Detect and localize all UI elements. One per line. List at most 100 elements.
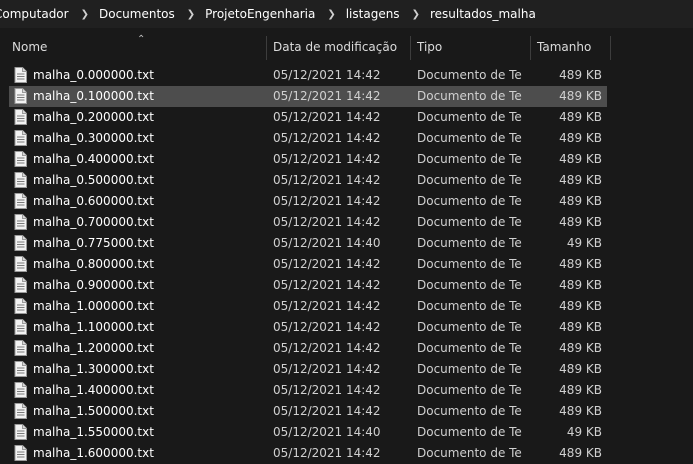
- file-size: 489 KB: [559, 383, 602, 397]
- file-row[interactable]: malha_0.200000.txt 05/12/2021 14:42 Docume…: [9, 107, 607, 128]
- text-file-icon: [14, 214, 27, 230]
- file-modified-date: 05/12/2021 14:42: [273, 362, 381, 376]
- text-file-icon: [14, 172, 27, 188]
- file-type: Documento de Te...: [417, 362, 522, 376]
- file-row[interactable]: malha_1.100000.txt 05/12/2021 14:42 Docume…: [9, 317, 607, 338]
- breadcrumb-item-listagens[interactable]: listagens: [346, 7, 400, 21]
- file-size: 489 KB: [559, 404, 602, 418]
- text-file-icon: [14, 340, 27, 356]
- file-type: Documento de Te...: [417, 341, 522, 355]
- column-header-size[interactable]: Tamanho: [531, 33, 610, 61]
- file-modified-date: 05/12/2021 14:42: [273, 173, 381, 187]
- file-row[interactable]: malha_0.300000.txt 05/12/2021 14:42 Docume…: [9, 128, 607, 149]
- breadcrumb-item-projetoengenharia[interactable]: ProjetoEngenharia: [205, 7, 315, 21]
- text-file-icon: [14, 361, 27, 377]
- file-size: 49 KB: [566, 425, 602, 439]
- file-type: Documento de Te...: [417, 194, 522, 208]
- chevron-right-icon[interactable]: ❯: [187, 9, 195, 20]
- text-file-icon: [14, 403, 27, 419]
- chevron-right-icon[interactable]: ❯: [81, 9, 89, 20]
- file-name: malha_0.100000.txt: [33, 89, 154, 103]
- file-size: 489 KB: [559, 173, 602, 187]
- file-modified-date: 05/12/2021 14:40: [273, 425, 381, 439]
- file-modified-date: 05/12/2021 14:42: [273, 68, 381, 82]
- file-row[interactable]: malha_1.000000.txt 05/12/2021 14:42 Docume…: [9, 296, 607, 317]
- file-name: malha_0.400000.txt: [33, 152, 154, 166]
- file-size: 489 KB: [559, 320, 602, 334]
- file-type: Documento de Te...: [417, 425, 522, 439]
- file-row[interactable]: malha_0.700000.txt 05/12/2021 14:42 Docume…: [9, 212, 607, 233]
- sort-up-chevron-icon: ⌃: [137, 34, 146, 45]
- column-header-name[interactable]: Nome ⌃: [6, 33, 266, 61]
- text-file-icon: [14, 235, 27, 251]
- file-size: 489 KB: [559, 194, 602, 208]
- column-header-bar: Nome ⌃ Data de modificação Tipo Tamanho: [0, 33, 693, 61]
- text-file-icon: [14, 67, 27, 83]
- column-divider[interactable]: [610, 36, 611, 60]
- breadcrumb: Computador ❯ Documentos ❯ ProjetoEngenha…: [0, 0, 693, 28]
- file-name: malha_0.200000.txt: [33, 110, 154, 124]
- file-modified-date: 05/12/2021 14:40: [273, 236, 381, 250]
- file-size: 49 KB: [566, 236, 602, 250]
- file-type: Documento de Te...: [417, 404, 522, 418]
- text-file-icon: [14, 130, 27, 146]
- breadcrumb-item-computador[interactable]: Computador: [0, 7, 69, 21]
- file-row[interactable]: malha_1.550000.txt 05/12/2021 14:40 Docume…: [9, 422, 607, 443]
- file-row[interactable]: malha_1.300000.txt 05/12/2021 14:42 Docume…: [9, 359, 607, 380]
- text-file-icon: [14, 88, 27, 104]
- file-size: 489 KB: [559, 362, 602, 376]
- file-name: malha_1.550000.txt: [33, 425, 154, 439]
- file-type: Documento de Te...: [417, 152, 522, 166]
- chevron-right-icon[interactable]: ❯: [412, 9, 420, 20]
- text-file-icon: [14, 277, 27, 293]
- column-header-date-label: Data de modificação: [273, 40, 398, 54]
- file-name: malha_0.800000.txt: [33, 257, 154, 271]
- file-name: malha_1.100000.txt: [33, 320, 154, 334]
- text-file-icon: [14, 445, 27, 461]
- file-size: 489 KB: [559, 68, 602, 82]
- breadcrumb-item-documentos[interactable]: Documentos: [99, 7, 175, 21]
- file-size: 489 KB: [559, 215, 602, 229]
- file-modified-date: 05/12/2021 14:42: [273, 299, 381, 313]
- text-file-icon: [14, 382, 27, 398]
- text-file-icon: [14, 424, 27, 440]
- chevron-right-icon[interactable]: ❯: [327, 9, 335, 20]
- text-file-icon: [14, 298, 27, 314]
- file-name: malha_1.200000.txt: [33, 341, 154, 355]
- file-size: 489 KB: [559, 89, 602, 103]
- file-name: malha_1.400000.txt: [33, 383, 154, 397]
- file-row[interactable]: malha_0.800000.txt 05/12/2021 14:42 Docume…: [9, 254, 607, 275]
- text-file-icon: [14, 256, 27, 272]
- file-type: Documento de Te...: [417, 383, 522, 397]
- file-name: malha_0.900000.txt: [33, 278, 154, 292]
- file-row[interactable]: malha_0.500000.txt 05/12/2021 14:42 Docume…: [9, 170, 607, 191]
- file-name: malha_0.300000.txt: [33, 131, 154, 145]
- column-header-size-label: Tamanho: [537, 40, 592, 54]
- file-type: Documento de Te...: [417, 131, 522, 145]
- column-header-date[interactable]: Data de modificação: [267, 33, 410, 61]
- file-name: malha_0.600000.txt: [33, 194, 154, 208]
- file-row[interactable]: malha_1.400000.txt 05/12/2021 14:42 Docume…: [9, 380, 607, 401]
- file-row[interactable]: malha_0.000000.txt 05/12/2021 14:42 Docume…: [9, 65, 607, 86]
- file-row[interactable]: malha_0.600000.txt 05/12/2021 14:42 Docume…: [9, 191, 607, 212]
- file-name: malha_1.500000.txt: [33, 404, 154, 418]
- file-row[interactable]: malha_0.775000.txt 05/12/2021 14:40 Docume…: [9, 233, 607, 254]
- file-type: Documento de Te...: [417, 278, 522, 292]
- file-row[interactable]: malha_1.200000.txt 05/12/2021 14:42 Docume…: [9, 338, 607, 359]
- file-modified-date: 05/12/2021 14:42: [273, 404, 381, 418]
- file-row[interactable]: malha_0.100000.txt 05/12/2021 14:42 Docume…: [9, 86, 607, 107]
- text-file-icon: [14, 151, 27, 167]
- breadcrumb-item-resultados-malha[interactable]: resultados_malha: [430, 7, 536, 21]
- file-row[interactable]: malha_1.500000.txt 05/12/2021 14:42 Docume…: [9, 401, 607, 422]
- file-row[interactable]: malha_0.400000.txt 05/12/2021 14:42 Docume…: [9, 149, 607, 170]
- file-modified-date: 05/12/2021 14:42: [273, 194, 381, 208]
- file-type: Documento de Te...: [417, 68, 522, 82]
- file-type: Documento de Te...: [417, 320, 522, 334]
- file-name: malha_0.000000.txt: [33, 68, 154, 82]
- column-header-type[interactable]: Tipo: [411, 33, 530, 61]
- file-size: 489 KB: [559, 299, 602, 313]
- file-modified-date: 05/12/2021 14:42: [273, 110, 381, 124]
- file-size: 489 KB: [559, 278, 602, 292]
- file-type: Documento de Te...: [417, 257, 522, 271]
- file-row[interactable]: malha_0.900000.txt 05/12/2021 14:42 Docume…: [9, 275, 607, 296]
